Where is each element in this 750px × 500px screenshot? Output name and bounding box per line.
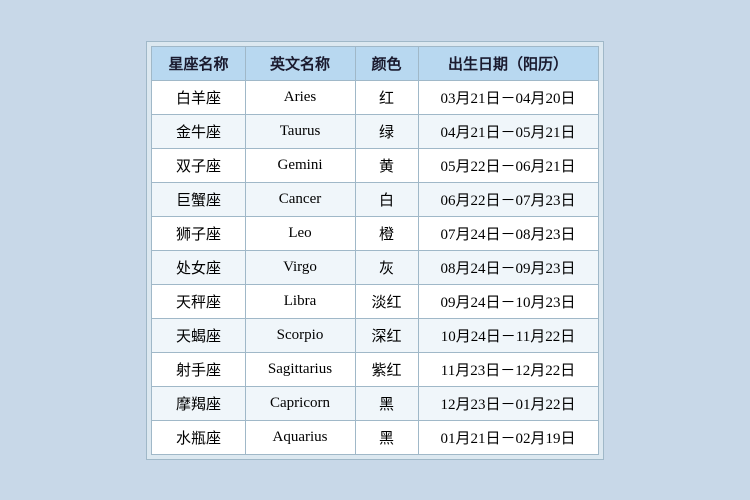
table-row: 处女座Virgo灰08月24日－09月23日 xyxy=(152,250,598,284)
zodiac-table: 星座名称 英文名称 颜色 出生日期（阳历） 白羊座Aries红03月21日－04… xyxy=(151,46,598,455)
table-row: 巨蟹座Cancer白06月22日－07月23日 xyxy=(152,182,598,216)
cell-english: Cancer xyxy=(245,182,355,216)
cell-chinese: 双子座 xyxy=(152,148,245,182)
cell-date: 01月21日－02月19日 xyxy=(418,420,598,454)
cell-chinese: 水瓶座 xyxy=(152,420,245,454)
cell-color: 黄 xyxy=(355,148,418,182)
cell-chinese: 处女座 xyxy=(152,250,245,284)
table-row: 双子座Gemini黄05月22日－06月21日 xyxy=(152,148,598,182)
cell-date: 06月22日－07月23日 xyxy=(418,182,598,216)
table-header-row: 星座名称 英文名称 颜色 出生日期（阳历） xyxy=(152,46,598,80)
cell-color: 红 xyxy=(355,80,418,114)
cell-color: 紫红 xyxy=(355,352,418,386)
table-row: 金牛座Taurus绿04月21日－05月21日 xyxy=(152,114,598,148)
cell-date: 09月24日－10月23日 xyxy=(418,284,598,318)
cell-english: Taurus xyxy=(245,114,355,148)
cell-color: 灰 xyxy=(355,250,418,284)
cell-color: 深红 xyxy=(355,318,418,352)
cell-color: 白 xyxy=(355,182,418,216)
cell-english: Virgo xyxy=(245,250,355,284)
cell-english: Aquarius xyxy=(245,420,355,454)
cell-chinese: 巨蟹座 xyxy=(152,182,245,216)
header-color: 颜色 xyxy=(355,46,418,80)
table-row: 天蝎座Scorpio深红10月24日－11月22日 xyxy=(152,318,598,352)
cell-chinese: 摩羯座 xyxy=(152,386,245,420)
cell-date: 10月24日－11月22日 xyxy=(418,318,598,352)
table-row: 白羊座Aries红03月21日－04月20日 xyxy=(152,80,598,114)
cell-date: 03月21日－04月20日 xyxy=(418,80,598,114)
cell-date: 05月22日－06月21日 xyxy=(418,148,598,182)
cell-chinese: 金牛座 xyxy=(152,114,245,148)
cell-chinese: 白羊座 xyxy=(152,80,245,114)
cell-date: 08月24日－09月23日 xyxy=(418,250,598,284)
cell-date: 07月24日－08月23日 xyxy=(418,216,598,250)
cell-chinese: 天蝎座 xyxy=(152,318,245,352)
cell-color: 绿 xyxy=(355,114,418,148)
header-english: 英文名称 xyxy=(245,46,355,80)
cell-chinese: 狮子座 xyxy=(152,216,245,250)
cell-english: Scorpio xyxy=(245,318,355,352)
cell-chinese: 天秤座 xyxy=(152,284,245,318)
cell-english: Gemini xyxy=(245,148,355,182)
cell-chinese: 射手座 xyxy=(152,352,245,386)
header-chinese: 星座名称 xyxy=(152,46,245,80)
zodiac-table-container: 星座名称 英文名称 颜色 出生日期（阳历） 白羊座Aries红03月21日－04… xyxy=(146,41,603,460)
cell-date: 12月23日－01月22日 xyxy=(418,386,598,420)
cell-english: Leo xyxy=(245,216,355,250)
cell-english: Sagittarius xyxy=(245,352,355,386)
cell-color: 橙 xyxy=(355,216,418,250)
cell-english: Aries xyxy=(245,80,355,114)
table-row: 天秤座Libra淡红09月24日－10月23日 xyxy=(152,284,598,318)
header-date: 出生日期（阳历） xyxy=(418,46,598,80)
cell-date: 04月21日－05月21日 xyxy=(418,114,598,148)
table-row: 狮子座Leo橙07月24日－08月23日 xyxy=(152,216,598,250)
cell-date: 11月23日－12月22日 xyxy=(418,352,598,386)
cell-english: Capricorn xyxy=(245,386,355,420)
cell-color: 黑 xyxy=(355,420,418,454)
cell-color: 黑 xyxy=(355,386,418,420)
cell-color: 淡红 xyxy=(355,284,418,318)
table-body: 白羊座Aries红03月21日－04月20日金牛座Taurus绿04月21日－0… xyxy=(152,80,598,454)
cell-english: Libra xyxy=(245,284,355,318)
table-row: 摩羯座Capricorn黑12月23日－01月22日 xyxy=(152,386,598,420)
table-row: 射手座Sagittarius紫红11月23日－12月22日 xyxy=(152,352,598,386)
table-row: 水瓶座Aquarius黑01月21日－02月19日 xyxy=(152,420,598,454)
